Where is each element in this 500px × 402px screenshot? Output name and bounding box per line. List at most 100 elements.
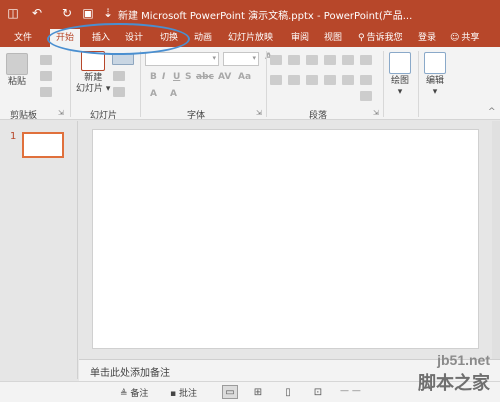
cut-icon[interactable] (40, 55, 52, 65)
underline-button[interactable]: U (173, 72, 180, 82)
chevron-down-icon: ▾ (432, 87, 438, 97)
copy-icon[interactable] (40, 71, 52, 81)
align-right-icon[interactable] (306, 75, 318, 85)
lightbulb-icon: ⚲ (358, 33, 365, 43)
title-bar: ◫ ↶ ↻ ▣ ⇣ 新建 Microsoft PowerPoint 演示文稿.p… (0, 0, 500, 27)
collapse-ribbon-icon[interactable]: ^ (488, 107, 496, 117)
slide-thumbnail-pane: 1 (0, 121, 78, 379)
tab-animations[interactable]: 动画 (188, 29, 218, 47)
divider (70, 51, 71, 117)
vertical-scrollbar[interactable] (492, 121, 500, 359)
font-name-dropdown[interactable]: ▾ (145, 52, 219, 66)
justify-icon[interactable] (324, 75, 336, 85)
share-label: 共享 (461, 33, 480, 43)
comments-toggle[interactable]: ▪ 批注 (170, 386, 197, 399)
notes-pane[interactable]: 单击此处添加备注 (79, 359, 500, 381)
font-color-button[interactable]: A (150, 89, 157, 99)
group-label-font: 字体 (187, 111, 206, 121)
tell-me-box[interactable]: ⚲ 告诉我您 (352, 29, 409, 47)
shapes-icon (389, 52, 411, 74)
tab-file[interactable]: 文件 (8, 29, 38, 47)
new-slide-label: 新建 (84, 73, 103, 83)
signin-link[interactable]: 登录 (412, 29, 442, 47)
slide-canvas[interactable] (92, 129, 479, 349)
strikethrough-button[interactable]: abc (196, 72, 214, 82)
group-label-slides: 幻灯片 (90, 111, 118, 121)
find-icon (424, 52, 446, 74)
save-icon[interactable]: ◫ (5, 5, 21, 21)
ribbon-tabs: 文件 开始 插入 设计 切换 动画 幻灯片放映 审阅 视图 ⚲ 告诉我您 登录 ☺… (0, 27, 500, 47)
layout-icon[interactable] (112, 53, 134, 65)
align-left-icon[interactable] (270, 75, 282, 85)
tab-review[interactable]: 审阅 (285, 29, 315, 47)
reading-view-icon[interactable]: ▯ (280, 385, 296, 399)
numbering-icon[interactable] (288, 55, 300, 65)
char-spacing-button[interactable]: AV (218, 72, 231, 82)
format-painter-icon[interactable] (40, 87, 52, 97)
font-launcher-icon[interactable]: ⇲ (256, 109, 262, 117)
align-center-icon[interactable] (288, 75, 300, 85)
section-icon[interactable] (113, 87, 125, 97)
paste-label: 粘贴 (7, 77, 26, 87)
group-label-clipboard: 剪贴板 (10, 111, 38, 121)
divider (140, 51, 141, 117)
tab-design[interactable]: 设计 (119, 29, 149, 47)
editing-label: 编辑 (425, 76, 444, 86)
tab-transitions[interactable]: 切换 (154, 29, 184, 47)
slide-sorter-icon[interactable]: ⊞ (250, 385, 266, 399)
start-slideshow-icon[interactable]: ▣ (80, 5, 96, 21)
redo-icon[interactable]: ↻ (59, 5, 75, 21)
align-text-icon[interactable] (360, 75, 372, 85)
share-button[interactable]: ☺ 共享 (444, 29, 485, 47)
slideshow-view-icon[interactable]: ⊡ (310, 385, 326, 399)
slide-thumbnail[interactable] (22, 132, 64, 158)
editing-button[interactable]: 编辑 ▾ (424, 52, 446, 98)
divider (418, 51, 419, 117)
reset-icon[interactable] (113, 71, 125, 81)
italic-button[interactable]: I (162, 72, 165, 82)
paste-button[interactable]: 粘贴 (6, 53, 28, 88)
tab-slideshow[interactable]: 幻灯片放映 (222, 29, 279, 47)
text-direction-icon[interactable] (360, 55, 372, 65)
undo-icon[interactable]: ↶ (29, 5, 45, 21)
notes-icon: ≜ (120, 389, 128, 399)
divider (383, 51, 384, 117)
normal-view-icon[interactable]: ▭ (222, 385, 238, 399)
slide-editing-area (79, 121, 500, 359)
change-case-button[interactable]: Aa (238, 72, 251, 82)
decrease-indent-icon[interactable] (306, 55, 318, 65)
status-bar: ≜ 备注 ▪ 批注 ▭ ⊞ ▯ ⊡ — — (0, 381, 500, 402)
line-spacing-icon[interactable] (342, 55, 354, 65)
new-slide-label-2: 幻灯片 ▾ (76, 84, 111, 94)
font-size-dropdown[interactable]: ▾ (223, 52, 259, 66)
new-slide-icon (81, 51, 106, 71)
tab-home[interactable]: 开始 (50, 29, 81, 47)
chevron-down-icon: ▾ (252, 54, 256, 62)
ribbon-home: 粘贴 剪贴板 ⇲ 新建 幻灯片 ▾ 幻灯片 ▾ ▾ A B I U S abc … (0, 47, 500, 121)
columns-icon[interactable] (342, 75, 354, 85)
new-slide-button[interactable]: 新建 幻灯片 ▾ (76, 51, 110, 95)
clipboard-launcher-icon[interactable]: ⇲ (58, 109, 64, 117)
customize-icon[interactable]: ⇣ (100, 5, 116, 21)
tab-insert[interactable]: 插入 (86, 29, 116, 47)
drawing-label: 绘图 (390, 76, 409, 86)
new-slide-label-2-text: 幻灯片 (76, 84, 104, 94)
smartart-icon[interactable] (360, 91, 372, 101)
clear-format-button[interactable]: A (170, 89, 177, 99)
paste-icon (6, 53, 28, 75)
increase-indent-icon[interactable] (324, 55, 336, 65)
tab-view[interactable]: 视图 (318, 29, 348, 47)
bullets-icon[interactable] (270, 55, 282, 65)
window-title: 新建 Microsoft PowerPoint 演示文稿.pptx - Powe… (118, 11, 413, 22)
zoom-slider[interactable]: — — (340, 386, 361, 396)
group-label-paragraph: 段落 (309, 111, 328, 121)
shadow-button[interactable]: S (185, 72, 191, 82)
chevron-down-icon: ▾ (212, 54, 216, 62)
paragraph-launcher-icon[interactable]: ⇲ (373, 109, 379, 117)
notes-toggle[interactable]: ≜ 备注 (120, 386, 148, 399)
person-icon: ☺ (450, 33, 460, 43)
tell-me-label: 告诉我您 (366, 33, 403, 43)
divider (266, 51, 267, 117)
bold-button[interactable]: B (150, 72, 157, 82)
drawing-button[interactable]: 绘图 ▾ (389, 52, 411, 98)
